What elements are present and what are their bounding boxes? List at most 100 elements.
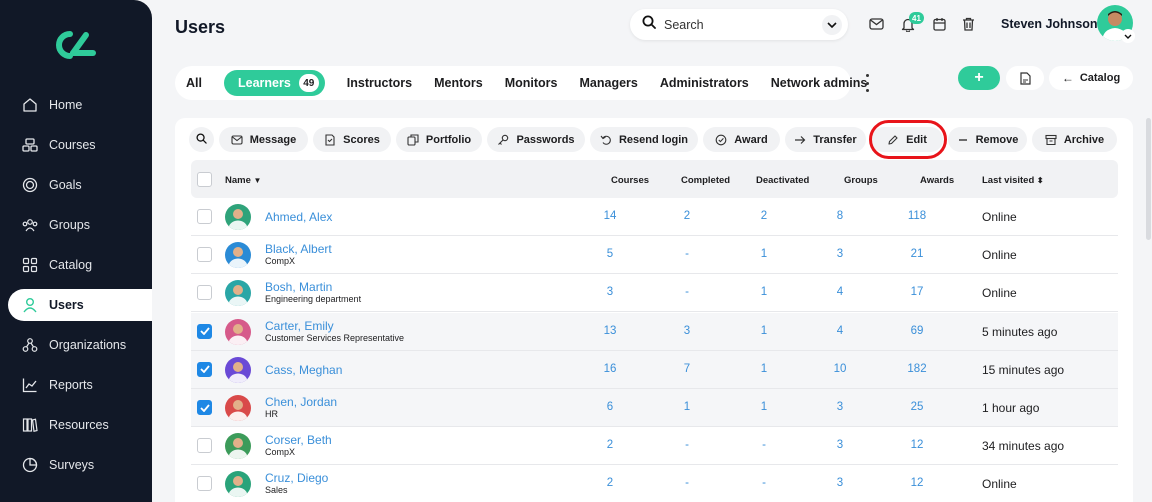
user-name[interactable]: Steven Johnson (1001, 17, 1098, 31)
tab-learners[interactable]: Learners 49 (223, 70, 325, 96)
cell-courses[interactable]: 2 (590, 439, 630, 451)
cell-courses[interactable]: 6 (590, 401, 630, 413)
sidebar-item-surveys[interactable]: Surveys (8, 449, 152, 481)
user-name-link[interactable]: Carter, Emily (265, 319, 334, 333)
sidebar-item-users[interactable]: Users (8, 289, 152, 321)
cell-deactivated[interactable]: 1 (744, 248, 784, 260)
cell-courses[interactable]: 3 (590, 286, 630, 298)
column-awards[interactable]: Awards (920, 175, 954, 186)
column-name[interactable]: Name ▼ (225, 175, 261, 186)
select-all-checkbox[interactable] (197, 172, 212, 187)
sidebar-item-groups[interactable]: Groups (8, 209, 152, 241)
tab-all[interactable]: All (186, 76, 202, 90)
add-user-button[interactable]: + (958, 66, 1000, 90)
sidebar-item-reports[interactable]: Reports (8, 369, 152, 401)
user-name-link[interactable]: Cruz, Diego (265, 471, 328, 485)
chevron-down-icon[interactable] (822, 14, 842, 35)
export-button[interactable] (1006, 66, 1044, 90)
tab-managers[interactable]: Managers (580, 76, 638, 90)
passwords-button[interactable]: Passwords (487, 127, 585, 152)
search-box[interactable]: Search (630, 9, 848, 40)
cell-courses[interactable]: 16 (590, 363, 630, 375)
column-deactivated[interactable]: Deactivated (756, 175, 809, 186)
tab-monitors[interactable]: Monitors (505, 76, 558, 90)
column-groups[interactable]: Groups (844, 175, 878, 186)
row-checkbox[interactable] (197, 285, 212, 301)
message-button[interactable]: Message (219, 127, 308, 152)
tab-administrators[interactable]: Administrators (660, 76, 749, 90)
mail-icon[interactable] (867, 15, 885, 33)
cell-deactivated[interactable]: 1 (744, 325, 784, 337)
cell-groups[interactable]: 10 (820, 363, 860, 375)
row-checkbox[interactable] (197, 476, 212, 492)
row-checkbox[interactable] (197, 323, 212, 339)
logo-icon[interactable] (56, 30, 96, 60)
sidebar-item-home[interactable]: Home (8, 89, 152, 121)
cell-completed[interactable]: 1 (667, 401, 707, 413)
cell-courses[interactable]: 14 (590, 210, 630, 222)
more-options-icon[interactable] (862, 74, 872, 92)
archive-button[interactable]: Archive (1032, 127, 1117, 152)
sidebar-item-catalog[interactable]: Catalog (8, 249, 152, 281)
cell-courses[interactable]: 2 (590, 477, 630, 489)
remove-button[interactable]: Remove (948, 127, 1027, 152)
cell-deactivated[interactable]: 1 (744, 286, 784, 298)
cell-groups[interactable]: 8 (820, 210, 860, 222)
award-button[interactable]: Award (703, 127, 780, 152)
cell-awards[interactable]: 12 (897, 439, 937, 451)
transfer-button[interactable]: Transfer (785, 127, 866, 152)
trash-icon[interactable] (959, 15, 977, 33)
user-name-link[interactable]: Corser, Beth (265, 433, 332, 447)
tab-network-admins[interactable]: Network admins (771, 76, 868, 90)
cell-courses[interactable]: 13 (590, 325, 630, 337)
cell-groups[interactable]: 4 (820, 325, 860, 337)
column-last-visited[interactable]: Last visited ⬍ (982, 175, 1044, 186)
scores-button[interactable]: Scores (313, 127, 391, 152)
user-name-link[interactable]: Ahmed, Alex (265, 210, 332, 224)
row-checkbox[interactable] (197, 400, 212, 415)
sidebar-item-organizations[interactable]: Organizations (8, 329, 152, 361)
cell-courses[interactable]: 5 (590, 248, 630, 260)
column-courses[interactable]: Courses (611, 175, 649, 186)
cell-deactivated[interactable]: 2 (744, 210, 784, 222)
cell-groups[interactable]: 4 (820, 286, 860, 298)
sidebar-item-resources[interactable]: Resources (8, 409, 152, 441)
tab-instructors[interactable]: Instructors (347, 76, 412, 90)
row-checkbox[interactable] (197, 361, 212, 377)
row-checkbox[interactable] (197, 209, 212, 224)
column-completed[interactable]: Completed (681, 175, 730, 186)
cell-groups[interactable]: 3 (820, 401, 860, 413)
table-search-button[interactable] (189, 127, 214, 152)
cell-groups[interactable]: 3 (820, 248, 860, 260)
sidebar-item-goals[interactable]: Goals (8, 169, 152, 201)
user-name-link[interactable]: Bosh, Martin (265, 280, 332, 294)
row-checkbox[interactable] (197, 247, 212, 263)
cell-completed[interactable]: 2 (667, 210, 707, 222)
user-name-link[interactable]: Chen, Jordan (265, 395, 337, 409)
cell-completed[interactable]: 7 (667, 363, 707, 375)
table-row[interactable] (191, 465, 1118, 502)
portfolio-button[interactable]: Portfolio (396, 127, 482, 152)
cell-awards[interactable]: 25 (897, 401, 937, 413)
cell-awards[interactable]: 12 (897, 477, 937, 489)
cell-awards[interactable]: 182 (897, 363, 937, 375)
scrollbar[interactable] (1146, 118, 1151, 240)
cell-completed[interactable]: 3 (667, 325, 707, 337)
chevron-down-icon[interactable] (1121, 29, 1135, 43)
user-name-link[interactable]: Black, Albert (265, 242, 332, 256)
cell-awards[interactable]: 118 (897, 210, 937, 222)
cell-groups[interactable]: 3 (820, 477, 860, 489)
cell-deactivated[interactable]: 1 (744, 363, 784, 375)
tab-mentors[interactable]: Mentors (434, 76, 483, 90)
cell-deactivated[interactable]: 1 (744, 401, 784, 413)
row-checkbox[interactable] (197, 438, 212, 454)
cell-awards[interactable]: 17 (897, 286, 937, 298)
resend-login-button[interactable]: Resend login (590, 127, 698, 152)
cell-awards[interactable]: 21 (897, 248, 937, 260)
cell-awards[interactable]: 69 (897, 325, 937, 337)
sidebar-item-courses[interactable]: Courses (8, 129, 152, 161)
user-name-link[interactable]: Cass, Meghan (265, 363, 342, 377)
catalog-button[interactable]: ← Catalog (1049, 66, 1133, 90)
calendar-icon[interactable] (930, 15, 948, 33)
cell-groups[interactable]: 3 (820, 439, 860, 451)
